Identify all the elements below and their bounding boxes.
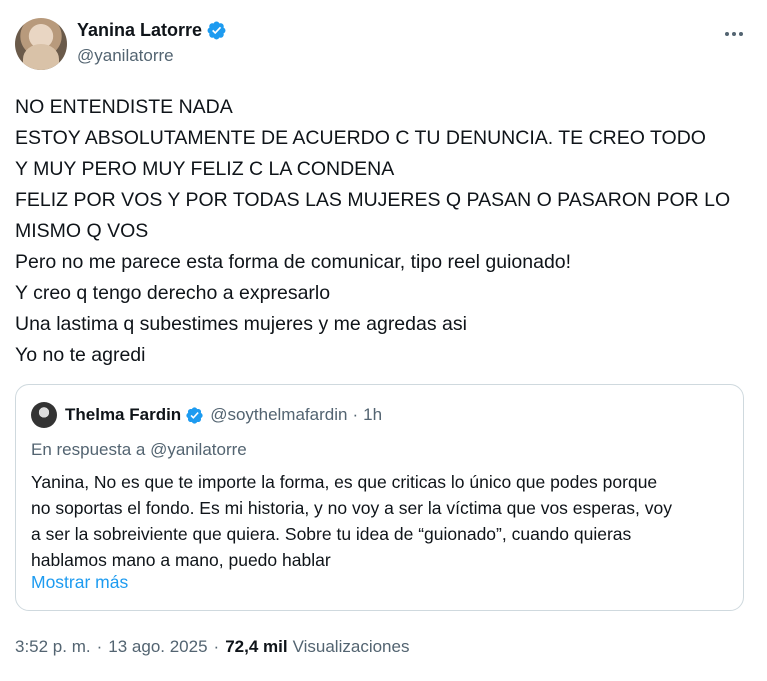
reply-prefix: En respuesta a <box>31 440 146 459</box>
quoted-reply-context: En respuesta a @yanilatorre <box>31 440 247 460</box>
quoted-line: Yanina, No es que te importe la forma, e… <box>31 472 658 492</box>
quoted-author-avatar <box>31 402 57 428</box>
quoted-author-handle: @soythelmafardin <box>210 405 348 424</box>
tweet-line: FELIZ POR VOS Y POR TODAS LAS MUJERES Q … <box>15 189 731 211</box>
show-more-link[interactable]: Mostrar más <box>31 572 128 593</box>
views-label: Visualizaciones <box>292 637 410 656</box>
tweet-header: Yanina Latorre @yanilatorre <box>15 18 752 74</box>
reply-mention: @yanilatorre <box>150 440 247 459</box>
tweet-text: NO ENTENDISTE NADA ESTOY ABSOLUTAMENTE D… <box>15 92 755 371</box>
more-horizontal-icon[interactable] <box>720 24 748 44</box>
meta-separator: · <box>213 637 220 656</box>
quoted-tweet-text: Yanina, No es que te importe la forma, e… <box>31 469 731 573</box>
author-name-row: Yanina Latorre <box>77 20 227 41</box>
more-dot <box>725 32 729 36</box>
verified-badge-icon <box>186 406 203 424</box>
verified-badge-icon <box>207 21 226 40</box>
quoted-tweet-card[interactable]: Thelma Fardin @soythelmafardin · 1h En r… <box>15 384 744 611</box>
tweet-line: Yo no te agredi <box>15 344 146 366</box>
tweet-time[interactable]: 3:52 p. m. <box>15 637 91 657</box>
more-dot <box>739 32 743 36</box>
tweet-line: Y creo q tengo derecho a expresarlo <box>15 282 331 304</box>
author-avatar[interactable] <box>15 18 67 70</box>
quoted-tweet-header: Thelma Fardin @soythelmafardin · 1h <box>31 402 382 428</box>
tweet-date[interactable]: 13 ago. 2025 <box>108 637 207 657</box>
tweet-line: NO ENTENDISTE NADA <box>15 96 233 118</box>
quoted-author-name: Thelma Fardin <box>65 405 182 424</box>
author-display-name[interactable]: Yanina Latorre <box>77 20 202 41</box>
more-dot <box>732 32 736 36</box>
views-count: 72,4 mil <box>225 637 288 656</box>
tweet-line: Una lastima q subestimes mujeres y me ag… <box>15 313 467 335</box>
tweet-line: MISMO Q VOS <box>15 220 149 242</box>
quoted-line: hablamos mano a mano, puedo hablar <box>31 550 331 570</box>
meta-separator: · <box>96 637 103 656</box>
quoted-separator: · <box>352 405 359 424</box>
quoted-timestamp: 1h <box>363 405 383 424</box>
quoted-line: no soportas el fondo. Es mi historia, y … <box>31 498 672 518</box>
tweet-meta: 3:52 p. m. · 13 ago. 2025 · 72,4 mil Vis… <box>15 637 409 657</box>
quoted-line: a ser la sobreiviente que quiera. Sobre … <box>31 524 632 544</box>
tweet-line: Pero no me parece esta forma de comunica… <box>15 251 572 273</box>
tweet-line: Y MUY PERO MUY FELIZ C LA CONDENA <box>15 158 395 180</box>
author-handle[interactable]: @yanilatorre <box>77 46 174 66</box>
tweet-line: ESTOY ABSOLUTAMENTE DE ACUERDO C TU DENU… <box>15 127 706 149</box>
